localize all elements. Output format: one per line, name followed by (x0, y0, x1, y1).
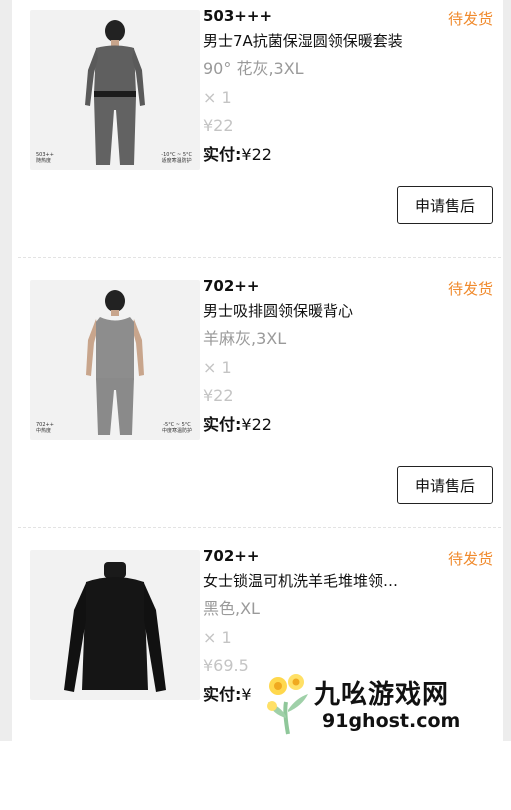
product-variant: 黑色,XL (203, 599, 260, 618)
product-quantity: × 1 (203, 628, 232, 647)
product-quantity: × 1 (203, 358, 232, 377)
flower-logo-icon (267, 674, 308, 735)
watermark-url: 91ghost.com (322, 710, 461, 732)
black-turtleneck-figure (64, 562, 166, 692)
product-info: 503+++ 男士7A抗菌保湿圆领保暖套装 90° 花灰,3XL × 1 ¥22… (203, 6, 503, 166)
paid-amount: 实付:¥22 (203, 145, 272, 164)
product-info: 702++ 男士吸排圆领保暖背心 羊麻灰,3XL × 1 ¥22 实付:¥22 (203, 276, 503, 436)
image-caption-left: 503++ 随热度 (36, 152, 54, 164)
product-variant: 羊麻灰,3XL (203, 329, 287, 348)
order-divider (18, 257, 501, 258)
image-caption-right: -5°C ~ 5°C 中度寒温防护 (161, 422, 192, 434)
page-margin-right (503, 0, 511, 741)
apply-after-sale-button[interactable]: 申请售后 (397, 186, 493, 224)
man-thermal-set-figure (85, 20, 145, 165)
product-title[interactable]: 男士吸排圆领保暖背心 (203, 300, 438, 322)
paid-amount: 实付:¥22 (203, 415, 272, 434)
order-card[interactable]: 702++ 中热度 -5°C ~ 5°C 中度寒温防护 702++ 男士吸排圆领… (12, 270, 503, 540)
product-price: ¥22 (203, 386, 234, 405)
product-quantity: × 1 (203, 88, 232, 107)
product-image-thermal-vest[interactable]: 702++ 中热度 -5°C ~ 5°C 中度寒温防护 (30, 280, 200, 440)
order-status-badge: 待发货 (447, 280, 493, 298)
product-image-turtleneck[interactable] (30, 550, 200, 700)
page-margin-left (0, 0, 12, 741)
product-price: ¥22 (203, 116, 234, 135)
watermark-site-name: 九吆游戏网 (314, 680, 450, 710)
product-image-thermal-set[interactable]: 503++ 随热度 -10°C ~ 5°C 适度寒温防护 (30, 10, 200, 170)
order-status-badge: 待发货 (447, 10, 493, 28)
order-divider (18, 527, 501, 528)
man-thermal-vest-figure (86, 290, 144, 435)
site-watermark: 九吆游戏网 91ghost.com (262, 668, 502, 741)
image-caption-left: 702++ 中热度 (36, 422, 54, 434)
product-title[interactable]: 女士锁温可机洗羊毛堆堆领… (203, 570, 438, 592)
apply-after-sale-button[interactable]: 申请售后 (397, 466, 493, 504)
product-title[interactable]: 男士7A抗菌保湿圆领保暖套装 (203, 30, 438, 52)
product-variant: 90° 花灰,3XL (203, 59, 304, 78)
order-card[interactable]: 503++ 随热度 -10°C ~ 5°C 适度寒温防护 503+++ 男士7A… (12, 0, 503, 270)
order-status-badge: 待发货 (447, 550, 493, 568)
image-caption-right: -10°C ~ 5°C 适度寒温防护 (161, 152, 192, 164)
